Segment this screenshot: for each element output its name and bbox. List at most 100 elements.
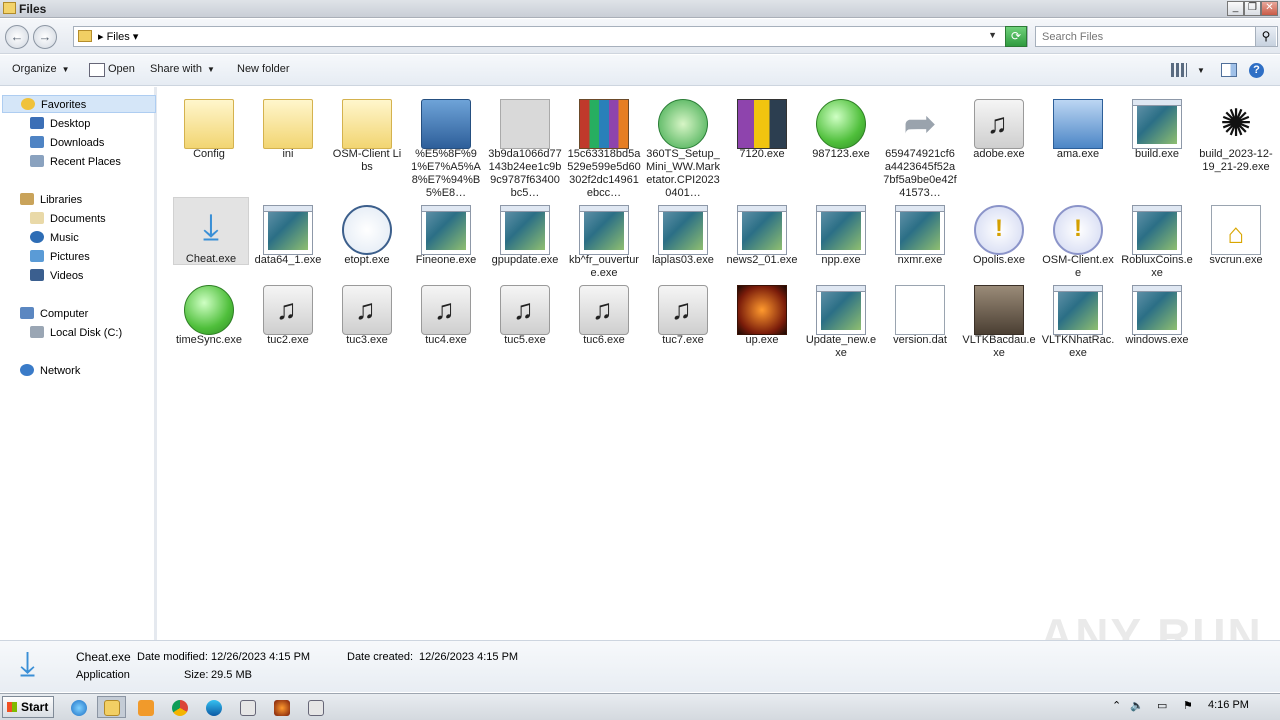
minimize-button[interactable]: _ [1227, 1, 1244, 16]
ie-icon [71, 700, 87, 716]
download-icon: ⤓ [203, 206, 219, 247]
taskbar-app-2[interactable] [267, 696, 296, 718]
file-item[interactable]: OSM-Client Libs [330, 93, 404, 193]
file-item[interactable]: timeSync.exe [172, 279, 246, 379]
back-button[interactable]: ← [5, 25, 29, 49]
file-item[interactable]: VLTKBacdau.exe [962, 279, 1036, 379]
file-item[interactable]: 360TS_Setup_Mini_WW.Marketator.CPI202304… [646, 93, 720, 199]
game-icon [737, 285, 787, 335]
star-icon [21, 98, 35, 110]
file-item[interactable]: ⤓ Cheat.exe [173, 197, 249, 265]
taskbar-app-3[interactable] [301, 696, 330, 718]
nav-local-disk[interactable]: Local Disk (C:) [30, 324, 122, 342]
nav-favorites[interactable]: Favorites [2, 95, 156, 113]
file-item[interactable]: 987123.exe [804, 93, 878, 193]
file-item[interactable]: version.dat [883, 279, 957, 379]
nav-libraries[interactable]: Libraries [20, 191, 82, 209]
music-icon: ♫ [579, 285, 629, 335]
alert-icon: ! [1053, 205, 1103, 255]
share-with-button[interactable]: Share with ▼ [150, 63, 215, 75]
network-tray-icon[interactable]: ▭ [1157, 699, 1167, 712]
green-circle-icon [184, 285, 234, 335]
organize-button[interactable]: Organize ▼ [12, 63, 70, 75]
file-item[interactable]: ♫ tuc5.exe [488, 279, 562, 379]
file-item[interactable]: ama.exe [1041, 93, 1115, 193]
file-item[interactable]: build.exe [1120, 93, 1194, 193]
installer-icon [658, 99, 708, 149]
file-item[interactable]: 7120.exe [725, 93, 799, 193]
breadcrumb[interactable]: ▸ Files ▾ [98, 30, 138, 43]
chevron-down-icon[interactable]: ▼ [988, 30, 997, 40]
close-button[interactable]: ✕ [1261, 1, 1278, 16]
folder-icon [263, 99, 313, 149]
file-item[interactable]: Config [172, 93, 246, 193]
file-item[interactable]: ♫ tuc6.exe [567, 279, 641, 379]
music-icon: ♫ [500, 285, 550, 335]
taskbar-explorer[interactable] [97, 696, 126, 718]
nav-desktop[interactable]: Desktop [30, 115, 90, 133]
file-item[interactable]: Update_new.exe [804, 279, 878, 379]
taskbar-media[interactable] [131, 696, 160, 718]
file-item[interactable]: %E5%8F%91%E7%A5%A8%E7%94%B5%E8… [409, 93, 483, 199]
file-item[interactable]: VLTKNhatRac.exe [1041, 279, 1115, 379]
nav-documents[interactable]: Documents [30, 210, 106, 228]
search-input[interactable] [1036, 27, 1246, 46]
file-item[interactable]: ini [251, 93, 325, 193]
folder-icon [342, 99, 392, 149]
pictures-icon [30, 250, 44, 262]
help-icon[interactable]: ? [1249, 63, 1264, 78]
network-icon [20, 364, 34, 376]
edge-icon [206, 700, 222, 716]
file-item[interactable]: 15c63318bd5a529e599e5d60302f2dc14961ebcc… [567, 93, 641, 199]
restore-button[interactable]: ❐ [1244, 1, 1261, 16]
file-item[interactable]: ♫ tuc3.exe [330, 279, 404, 379]
file-item[interactable]: windows.exe [1120, 279, 1194, 379]
file-item[interactable]: 3b9da1066d77143b24ee1c9b9c9787f63400bc5… [488, 93, 562, 199]
details-filename: Cheat.exe [76, 650, 131, 664]
file-item[interactable]: ⌂ svcrun.exe [1199, 199, 1273, 299]
tray-expand-icon[interactable]: ⌃ [1112, 699, 1121, 712]
computer-icon [20, 307, 34, 319]
view-options-icon[interactable] [1171, 63, 1187, 77]
window-icon [658, 205, 708, 255]
nav-network[interactable]: Network [20, 362, 80, 380]
nav-videos[interactable]: Videos [30, 267, 83, 285]
nav-music[interactable]: Music [30, 229, 79, 247]
refresh-button[interactable]: ⟳ [1005, 26, 1027, 47]
start-button[interactable]: Start [2, 696, 54, 718]
new-folder-button[interactable]: New folder [237, 63, 290, 75]
open-button[interactable]: Open [108, 63, 135, 75]
taskbar-edge[interactable] [199, 696, 228, 718]
search-icon[interactable]: ⚲ [1255, 27, 1276, 46]
volume-icon[interactable]: 🔈 [1130, 699, 1144, 712]
nav-pictures[interactable]: Pictures [30, 248, 90, 266]
file-item[interactable]: up.exe [725, 279, 799, 379]
address-bar[interactable]: ▸ Files ▾ ▼ ⟳ [73, 26, 1028, 47]
music-icon: ♫ [658, 285, 708, 335]
music-icon: ♫ [974, 99, 1024, 149]
nav-computer[interactable]: Computer [20, 305, 88, 323]
nav-recent-places[interactable]: Recent Places [30, 153, 121, 171]
file-item[interactable]: ➦ 659474921cf6a4423645f52a7bf5a9be0e42f41… [883, 93, 957, 199]
file-item[interactable]: ♫ tuc2.exe [251, 279, 325, 379]
chevron-down-icon[interactable]: ▼ [1197, 66, 1205, 75]
taskbar-ie[interactable] [64, 696, 93, 718]
file-item[interactable]: ♫ adobe.exe [962, 93, 1036, 193]
title-bar: Files _ ❐ ✕ [0, 0, 1280, 18]
winrar-icon [579, 99, 629, 149]
nav-downloads[interactable]: Downloads [30, 134, 104, 152]
preview-pane-icon[interactable] [1221, 63, 1237, 77]
blank-app-icon [500, 99, 550, 149]
media-player-icon [138, 700, 154, 716]
file-item[interactable]: ♫ tuc7.exe [646, 279, 720, 379]
taskbar-chrome[interactable] [165, 696, 194, 718]
search-box[interactable]: ⚲ [1035, 26, 1278, 47]
file-item[interactable]: ✺ build_2023-12-19_21-29.exe [1199, 93, 1273, 193]
forward-button[interactable]: → [33, 25, 57, 49]
flag-icon[interactable]: ⚑ [1183, 699, 1193, 712]
window-icon [1132, 205, 1182, 255]
taskbar-app-1[interactable] [233, 696, 262, 718]
file-item[interactable]: ♫ tuc4.exe [409, 279, 483, 379]
videos-icon [30, 269, 44, 281]
clock[interactable]: 4:16 PM [1208, 699, 1249, 711]
